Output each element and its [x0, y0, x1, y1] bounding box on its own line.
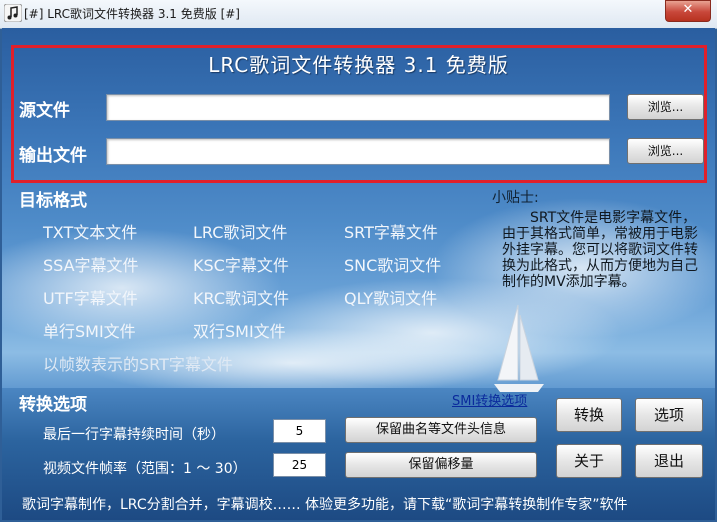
source-file-input[interactable]: [106, 94, 610, 121]
format-srt-frames[interactable]: 以帧数表示的SRT字幕文件: [43, 351, 233, 375]
title-bar: [#] LRC歌词文件转换器 3.1 免费版 [#] ✕: [0, 0, 717, 29]
sailboat-icon: [494, 304, 544, 392]
about-button[interactable]: 关于: [556, 444, 622, 478]
format-srt[interactable]: SRT字幕文件: [344, 219, 438, 243]
footer-promo-text[interactable]: 歌词字幕制作，LRC分割合并，字幕调校…… 体验更多功能，请下载“歌词字幕转换制…: [22, 494, 628, 514]
music-note-icon: [4, 4, 22, 22]
convert-button[interactable]: 转换: [556, 398, 622, 432]
exit-button[interactable]: 退出: [635, 444, 703, 478]
tip-title: 小贴士:: [492, 190, 539, 206]
keep-offset-button[interactable]: 保留偏移量: [345, 452, 537, 478]
framerate-input[interactable]: 25: [273, 453, 326, 477]
format-krc[interactable]: KRC歌词文件: [193, 285, 289, 309]
format-utf[interactable]: UTF字幕文件: [43, 285, 138, 309]
format-snc[interactable]: SNC歌词文件: [344, 252, 441, 276]
window-title: [#] LRC歌词文件转换器 3.1 免费版 [#]: [24, 7, 240, 21]
format-txt[interactable]: TXT文本文件: [43, 219, 137, 243]
output-file-label: 输出文件: [19, 146, 87, 166]
framerate-label: 视频文件帧率（范围：1 ～ 30）: [43, 461, 247, 477]
format-qly[interactable]: QLY歌词文件: [344, 285, 437, 309]
last-duration-input[interactable]: 5: [273, 419, 326, 443]
close-button[interactable]: ✕: [665, 0, 711, 22]
tip-body: SRT文件是电影字幕文件，由于其格式简单，常被用于电影外挂字幕。您可以将歌词文件…: [502, 210, 698, 290]
format-smi-single[interactable]: 单行SMI文件: [43, 318, 136, 342]
target-format-heading: 目标格式: [19, 191, 87, 211]
format-lrc[interactable]: LRC歌词文件: [193, 219, 287, 243]
format-ksc[interactable]: KSC字幕文件: [193, 252, 289, 276]
smi-options-link[interactable]: SMI转换选项: [452, 390, 527, 409]
format-ssa[interactable]: SSA字幕文件: [43, 252, 139, 276]
source-file-label: 源文件: [19, 101, 70, 121]
output-file-input[interactable]: [106, 138, 610, 165]
last-duration-label: 最后一行字幕持续时间（秒）: [43, 427, 225, 443]
source-browse-button[interactable]: 浏览...: [627, 94, 704, 120]
output-browse-button[interactable]: 浏览...: [627, 138, 704, 164]
options-button[interactable]: 选项: [635, 398, 703, 432]
keep-header-button[interactable]: 保留曲名等文件头信息: [345, 417, 537, 443]
options-heading: 转换选项: [19, 395, 87, 415]
format-smi-double[interactable]: 双行SMI文件: [193, 318, 286, 342]
